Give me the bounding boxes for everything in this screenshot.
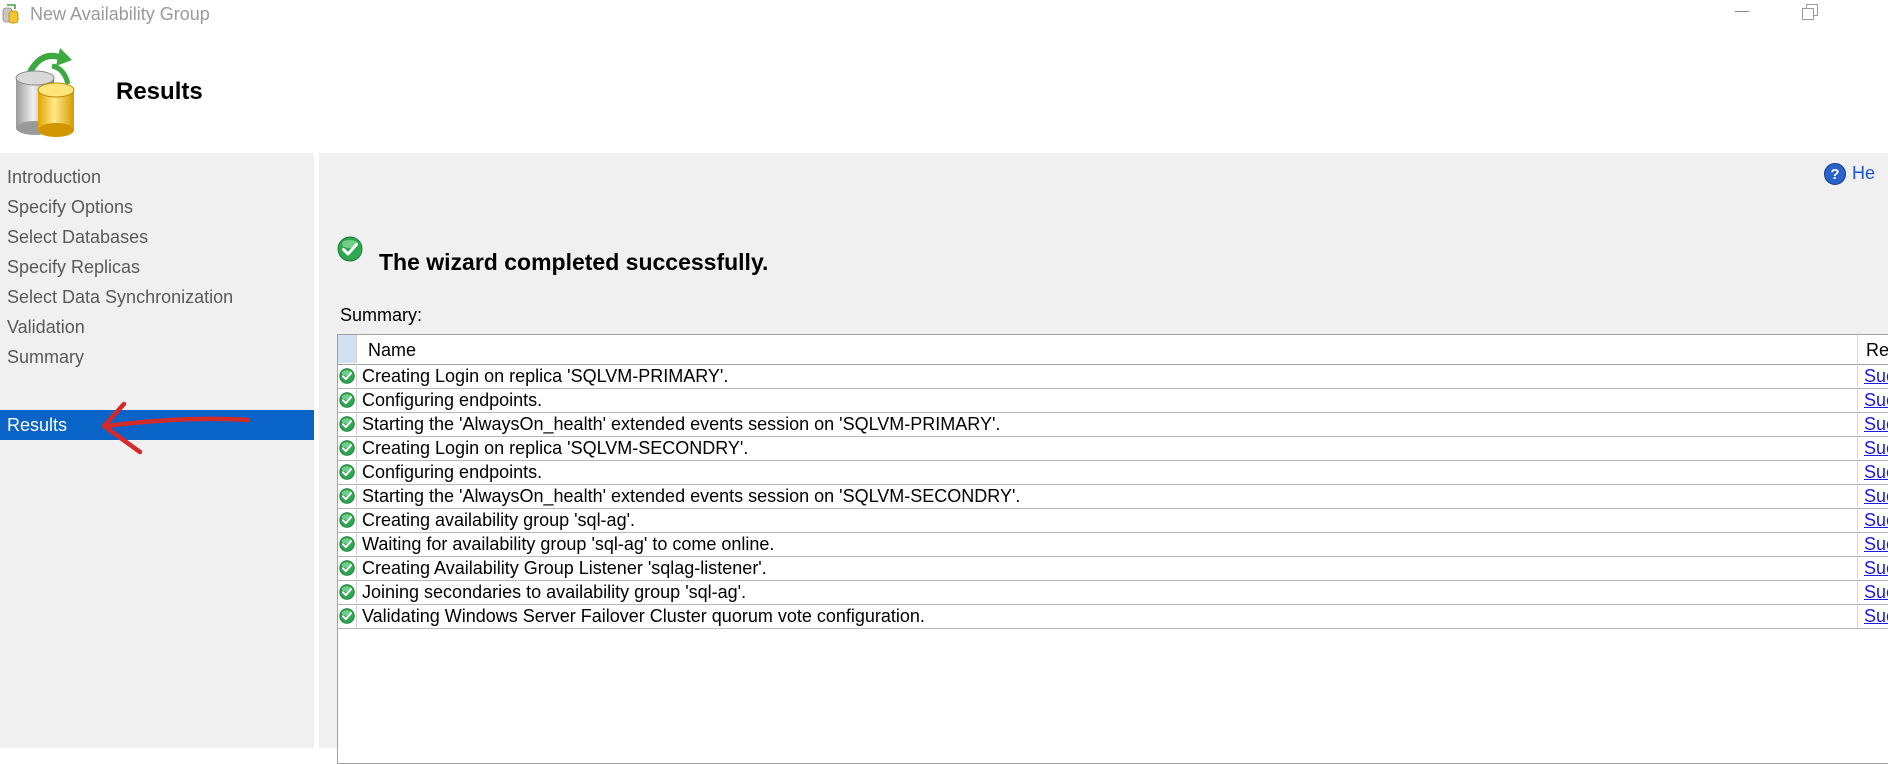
nav-item-validation[interactable]: Validation	[0, 312, 314, 342]
nav-item-select-data-synchronization[interactable]: Select Data Synchronization	[0, 282, 314, 312]
green-check-icon	[339, 464, 355, 480]
result-link[interactable]: Success	[1864, 582, 1888, 603]
green-check-icon	[339, 368, 355, 384]
table-row[interactable]: Creating availability group 'sql-ag'. Suc…	[338, 508, 1888, 533]
completion-message: The wizard completed successfully.	[379, 249, 769, 275]
row-name: Starting the 'AlwaysOn_health' extended …	[362, 414, 1001, 434]
row-name: Starting the 'AlwaysOn_health' extended …	[362, 486, 1021, 506]
row-name: Creating availability group 'sql-ag'.	[362, 510, 636, 530]
row-name: Creating Login on replica 'SQLVM-PRIMARY…	[362, 366, 729, 386]
green-check-icon	[339, 416, 355, 432]
nav-item-results[interactable]: Results	[0, 410, 314, 440]
green-check-icon	[339, 440, 355, 456]
result-link[interactable]: Success	[1864, 390, 1888, 411]
table-row[interactable]: Starting the 'AlwaysOn_health' extended …	[338, 484, 1888, 509]
table-row[interactable]: Configuring endpoints. Success	[338, 460, 1888, 485]
table-row[interactable]: Starting the 'AlwaysOn_health' extended …	[338, 412, 1888, 437]
table-row[interactable]: Joining secondaries to availability grou…	[338, 580, 1888, 605]
row-name: Waiting for availability group 'sql-ag' …	[362, 534, 775, 554]
table-header: Name Result	[338, 335, 1888, 365]
result-link[interactable]: Success	[1864, 534, 1888, 555]
results-panel: ? He The wizard completed successfully. …	[319, 153, 1888, 764]
minimize-button[interactable]	[1732, 0, 1752, 20]
wizard-header: Results	[0, 28, 1888, 153]
page-title: Results	[116, 78, 203, 105]
nav-item-select-databases[interactable]: Select Databases	[0, 222, 314, 252]
nav-item-summary[interactable]: Summary	[0, 342, 314, 372]
result-link[interactable]: Success	[1864, 414, 1888, 435]
header-corner-cell	[338, 335, 357, 363]
window-title: New Availability Group	[30, 4, 210, 24]
table-row[interactable]: Creating Login on replica 'SQLVM-SECONDR…	[338, 436, 1888, 461]
title-bar: New Availability Group	[0, 0, 1888, 28]
row-name: Configuring endpoints.	[362, 462, 543, 482]
green-check-icon	[339, 512, 355, 528]
result-link[interactable]: Success	[1864, 366, 1888, 387]
row-name: Joining secondaries to availability grou…	[362, 582, 747, 602]
table-row[interactable]: Waiting for availability group 'sql-ag' …	[338, 532, 1888, 557]
wizard-nav: Introduction Specify Options Select Data…	[0, 153, 314, 748]
result-link[interactable]: Success	[1864, 606, 1888, 627]
nav-item-introduction[interactable]: Introduction	[0, 162, 314, 192]
table-row[interactable]: Creating Availability Group Listener 'sq…	[338, 556, 1888, 581]
green-check-icon	[339, 560, 355, 576]
column-header-result[interactable]: Result	[1866, 340, 1888, 361]
nav-item-specify-options[interactable]: Specify Options	[0, 192, 314, 222]
restore-button[interactable]	[1802, 4, 1818, 20]
help-icon[interactable]: ?	[1824, 163, 1846, 185]
result-link[interactable]: Success	[1864, 558, 1888, 579]
green-check-icon	[337, 236, 363, 262]
nav-item-specify-replicas[interactable]: Specify Replicas	[0, 252, 314, 282]
result-link[interactable]: Success	[1864, 486, 1888, 507]
table-row[interactable]: Creating Login on replica 'SQLVM-PRIMARY…	[338, 364, 1888, 389]
table-row[interactable]: Configuring endpoints. Success	[338, 388, 1888, 413]
database-icon	[2, 4, 19, 24]
green-check-icon	[339, 608, 355, 624]
table-row[interactable]: Validating Windows Server Failover Clust…	[338, 604, 1888, 629]
column-header-name[interactable]: Name	[368, 340, 416, 361]
row-name: Validating Windows Server Failover Clust…	[362, 606, 925, 626]
green-check-icon	[339, 392, 355, 408]
row-name: Configuring endpoints.	[362, 390, 543, 410]
green-check-icon	[339, 584, 355, 600]
help-link[interactable]: He	[1852, 163, 1875, 184]
database-sync-icon	[15, 48, 75, 137]
row-name: Creating Availability Group Listener 'sq…	[362, 558, 767, 578]
green-check-icon	[339, 488, 355, 504]
result-link[interactable]: Success	[1864, 438, 1888, 459]
results-table: Name Result Creating Login on replica 'S…	[337, 334, 1888, 764]
result-link[interactable]: Success	[1864, 510, 1888, 531]
row-name: Creating Login on replica 'SQLVM-SECONDR…	[362, 438, 749, 458]
green-check-icon	[339, 536, 355, 552]
summary-label: Summary:	[340, 305, 423, 325]
result-link[interactable]: Success	[1864, 462, 1888, 483]
